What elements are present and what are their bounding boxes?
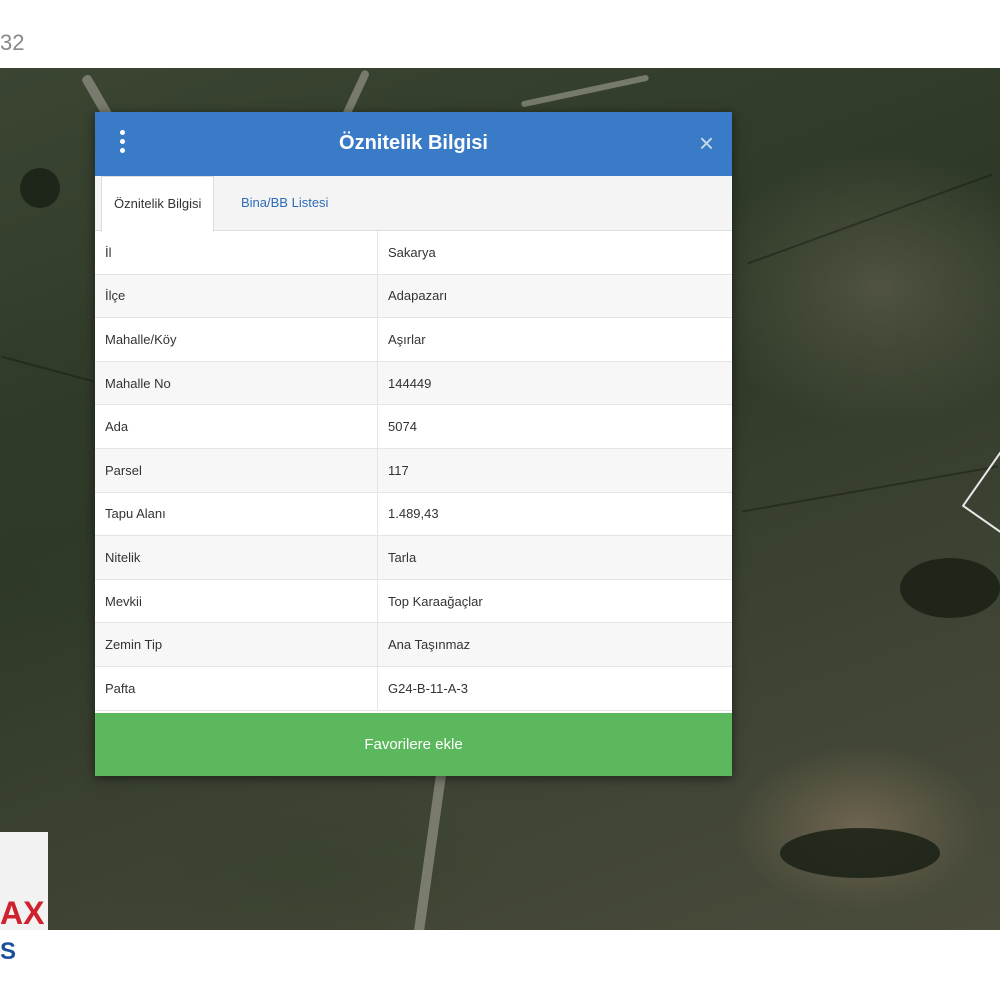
tree-cluster: [780, 828, 940, 878]
tab-building-list[interactable]: Bina/BB Listesi: [229, 176, 340, 230]
add-to-favorites-button[interactable]: Favorilere ekle: [95, 713, 732, 776]
close-icon[interactable]: ×: [699, 128, 714, 159]
map-road: [520, 74, 650, 108]
field-boundary: [1, 355, 94, 383]
table-row: Zemin Tip Ana Taşınmaz: [95, 622, 732, 667]
field-boundary: [747, 173, 993, 265]
row-value: 5074: [377, 404, 732, 449]
table-row: Mevkii Top Karaağaçlar: [95, 579, 732, 624]
logo-subtext: S: [0, 938, 17, 965]
table-row: Ada 5074: [95, 404, 732, 449]
field-boundary: [741, 465, 999, 513]
row-value: Top Karaağaçlar: [377, 579, 732, 624]
parcel-outline: [961, 437, 1000, 543]
attribute-info-modal: Öznitelik Bilgisi × Öznitelik Bilgisi Bi…: [95, 112, 732, 776]
row-key: Mahalle/Köy: [95, 317, 378, 362]
row-key: İl: [95, 231, 378, 275]
row-value: 1.489,43: [377, 492, 732, 537]
row-key: Parsel: [95, 448, 378, 493]
row-key: Mahalle No: [95, 361, 378, 406]
row-key: Pafta: [95, 666, 378, 711]
modal-header: Öznitelik Bilgisi ×: [95, 112, 732, 176]
row-value: G24-B-11-A-3: [377, 666, 732, 711]
table-row: Mahalle/Köy Aşırlar: [95, 317, 732, 362]
row-key: Zemin Tip: [95, 622, 378, 667]
table-row: Pafta G24-B-11-A-3: [95, 666, 732, 711]
tab-attribute-info[interactable]: Öznitelik Bilgisi: [101, 176, 215, 232]
row-value: 144449: [377, 361, 732, 406]
row-value: Aşırlar: [377, 317, 732, 362]
tree-cluster: [900, 558, 1000, 618]
row-value: 117: [377, 448, 732, 493]
attribute-table: İl Sakarya İlçe Adapazarı Mahalle/Köy Aşırl…: [95, 231, 732, 711]
row-key: Tapu Alanı: [95, 492, 378, 537]
table-row: İlçe Adapazarı: [95, 274, 732, 319]
tab-bar: Öznitelik Bilgisi Bina/BB Listesi: [95, 176, 732, 232]
row-value: Adapazarı: [377, 274, 732, 319]
row-key: İlçe: [95, 274, 378, 319]
modal-title: Öznitelik Bilgisi: [339, 132, 488, 154]
corner-label: 32: [0, 30, 25, 55]
table-row: Mahalle No 144449: [95, 361, 732, 406]
table-row: Tapu Alanı 1.489,43: [95, 492, 732, 537]
row-key: Mevkii: [95, 579, 378, 624]
row-value: Sakarya: [377, 231, 732, 275]
table-row: Parsel 117: [95, 448, 732, 493]
row-key: Nitelik: [95, 535, 378, 580]
tree-cluster: [20, 168, 60, 208]
map-road: [413, 768, 447, 930]
row-key: Ada: [95, 404, 378, 449]
logo-text: AX: [0, 895, 45, 931]
table-row: Nitelik Tarla: [95, 535, 732, 580]
row-value: Tarla: [377, 535, 732, 580]
row-value: Ana Taşınmaz: [377, 622, 732, 667]
table-row: İl Sakarya: [95, 231, 732, 275]
